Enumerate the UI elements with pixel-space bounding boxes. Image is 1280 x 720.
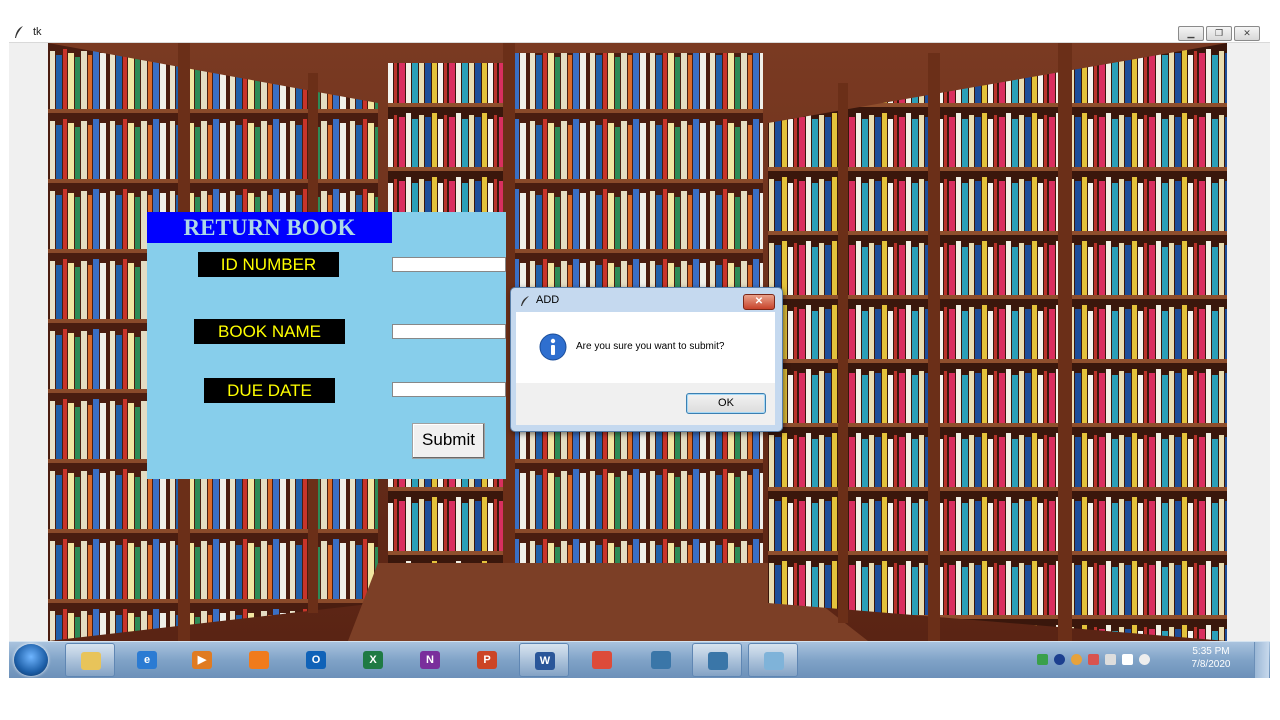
action-center-icon[interactable]: [1088, 654, 1099, 665]
python-icon: [708, 652, 728, 670]
notepad-icon: [764, 652, 784, 670]
excel-icon: X: [363, 651, 383, 669]
taskbar-app-onenote[interactable]: N: [405, 643, 455, 677]
taskbar-app-python-idle[interactable]: [692, 643, 742, 677]
minimize-button[interactable]: ▁: [1178, 26, 1204, 41]
bluetooth-icon[interactable]: [1054, 654, 1065, 665]
restore-button[interactable]: ❐: [1206, 26, 1232, 41]
firefox-icon: [249, 651, 269, 669]
volume-icon[interactable]: [1139, 654, 1150, 665]
dialog-footer: OK: [516, 383, 775, 425]
windows-start-icon[interactable]: [14, 644, 48, 676]
taskbar: e ▶ O X N P W 5:35 PM 7/8/2020: [9, 641, 1270, 678]
return-book-panel: RETURN BOOK ID NUMBER BOOK NAME DUE DATE…: [147, 212, 506, 479]
chrome-icon: [592, 651, 612, 669]
taskbar-app-internet-explorer[interactable]: e: [122, 643, 172, 677]
folder-icon: [81, 652, 101, 670]
clock-date: 7/8/2020: [1191, 659, 1231, 670]
close-icon: ✕: [1243, 28, 1251, 38]
close-icon: ✕: [754, 296, 764, 307]
confirm-dialog: ADD ✕ Are you sure you want to submit? O…: [510, 287, 783, 432]
close-window-button[interactable]: ✕: [1234, 26, 1260, 41]
outlook-icon: O: [306, 651, 326, 669]
panel-title: RETURN BOOK: [147, 212, 392, 243]
feather-icon: [15, 26, 23, 38]
show-desktop-button[interactable]: [1254, 642, 1269, 678]
taskbar-app-powerpoint[interactable]: P: [462, 643, 512, 677]
ok-button[interactable]: OK: [686, 393, 766, 414]
minimize-icon: ▁: [1187, 28, 1195, 38]
power-icon[interactable]: [1105, 654, 1116, 665]
network-tray-icon[interactable]: [1037, 654, 1048, 665]
taskbar-app-file-explorer[interactable]: [65, 643, 115, 677]
clock[interactable]: 5:35 PM 7/8/2020: [1186, 645, 1236, 671]
window-title: tk: [33, 26, 42, 38]
book-name-input[interactable]: [392, 324, 506, 339]
dialog-message: Are you sure you want to submit?: [576, 341, 725, 352]
media-icon: ▶: [192, 651, 212, 669]
python-icon: [651, 651, 671, 669]
ie-icon: e: [137, 651, 157, 669]
dialog-body: Are you sure you want to submit?: [516, 312, 775, 383]
book-name-label: BOOK NAME: [194, 319, 345, 344]
onenote-icon: N: [420, 651, 440, 669]
clock-time: 5:35 PM: [1192, 646, 1230, 657]
word-icon: W: [535, 652, 555, 670]
info-icon: [539, 333, 567, 361]
taskbar-app-excel[interactable]: X: [348, 643, 398, 677]
restore-icon: ❐: [1214, 28, 1224, 38]
id-number-label: ID NUMBER: [198, 252, 339, 277]
feather-icon: [521, 296, 529, 306]
dialog-close-button[interactable]: ✕: [743, 294, 775, 310]
taskbar-app-python[interactable]: [636, 643, 686, 677]
taskbar-app-media-player[interactable]: ▶: [177, 643, 227, 677]
taskbar-app-firefox[interactable]: [234, 643, 284, 677]
submit-button[interactable]: Submit: [412, 423, 485, 459]
due-date-input[interactable]: [392, 382, 506, 397]
taskbar-app-outlook[interactable]: O: [291, 643, 341, 677]
taskbar-app-chrome[interactable]: [577, 643, 627, 677]
taskbar-app-word[interactable]: W: [519, 643, 569, 677]
cloud-icon[interactable]: [1071, 654, 1082, 665]
dialog-title: ADD: [536, 294, 560, 306]
signal-icon[interactable]: [1122, 654, 1133, 665]
due-date-label: DUE DATE: [204, 378, 335, 403]
powerpoint-icon: P: [477, 651, 497, 669]
window-titlebar: tk ▁ ❐ ✕: [9, 24, 1270, 43]
id-number-input[interactable]: [392, 257, 506, 272]
taskbar-app-notepad[interactable]: [748, 643, 798, 677]
screen: tk ▁ ❐ ✕ RETURN BOOK ID NUMBER BOOK NAME…: [9, 24, 1270, 678]
